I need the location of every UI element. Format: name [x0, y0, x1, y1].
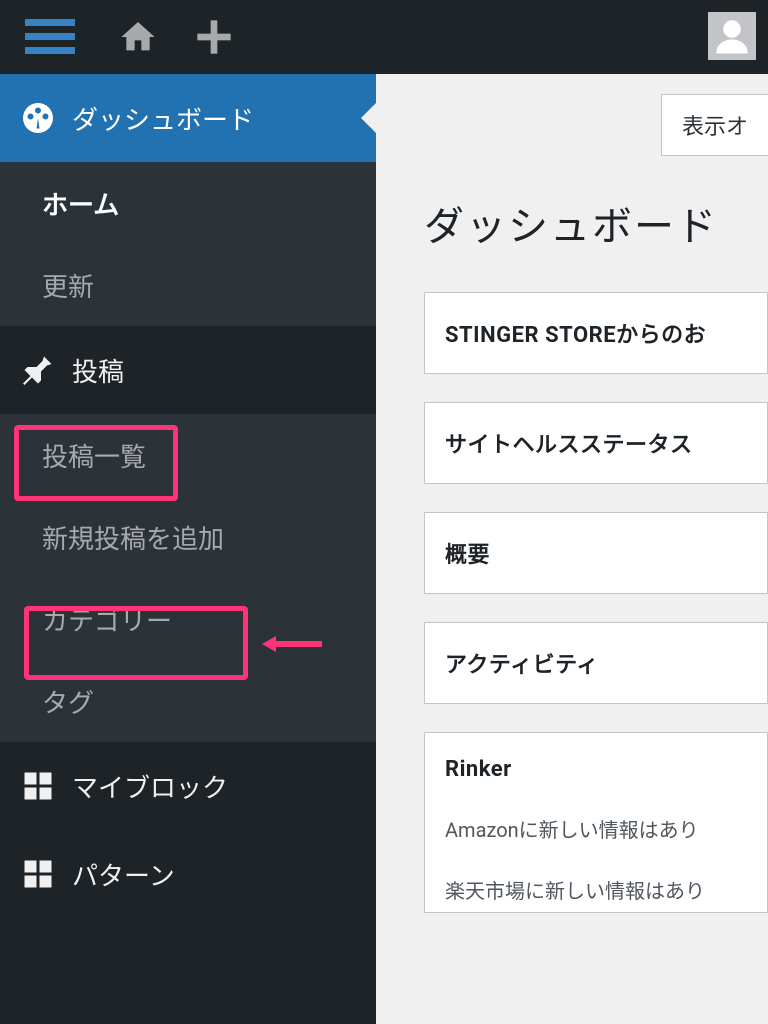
admin-sidebar: ダッシュボード ホーム 更新 投稿 投稿一覧 新規投稿を追加 カテゴリー タグ [0, 74, 376, 1024]
widget-rinker[interactable]: Rinker Amazonに新しい情報はあり 楽天市場に新しい情報はあり [424, 732, 768, 913]
screen-options-label: 表示オ [682, 115, 748, 140]
sidebar-item-label: マイブロック [72, 768, 228, 805]
widget-title: アクティビティ [445, 647, 747, 679]
person-icon [711, 15, 753, 57]
sidebar-item-pattern[interactable]: パターン [0, 830, 376, 918]
sidebar-item-label: パターン [72, 856, 175, 893]
widget-text: Amazonに新しい情報はあり [445, 814, 747, 843]
sidebar-item-myblock[interactable]: マイブロック [0, 742, 376, 830]
sidebar-item-dashboard[interactable]: ダッシュボード [0, 74, 376, 162]
widget-text: 楽天市場に新しい情報はあり [445, 875, 747, 904]
sidebar-subitem-all-posts[interactable]: 投稿一覧 [0, 414, 376, 496]
home-icon [118, 17, 158, 57]
sidebar-item-posts[interactable]: 投稿 [0, 326, 376, 414]
widget-title: Rinker [445, 757, 747, 782]
sidebar-subitem-new-post[interactable]: 新規投稿を追加 [0, 496, 376, 578]
widget-title: STINGER STOREからのお [445, 317, 747, 349]
widget-title: サイトヘルスステータス [445, 427, 747, 459]
visit-site-button[interactable] [100, 0, 176, 74]
menu-toggle-button[interactable] [0, 0, 100, 74]
widget-title: 概要 [445, 537, 747, 569]
sidebar-item-label: 更新 [42, 267, 94, 304]
sidebar-item-label: 投稿 [72, 352, 124, 389]
main-content: 表示オ ダッシュボード STINGER STOREからのお サイトヘルスステータ… [376, 74, 768, 1024]
screen-options-button[interactable]: 表示オ [661, 94, 768, 156]
plus-icon [194, 17, 234, 57]
sidebar-item-label: 投稿一覧 [42, 437, 146, 474]
sidebar-item-label: 新規投稿を追加 [42, 519, 224, 556]
sidebar-subitem-tags[interactable]: タグ [0, 660, 376, 742]
sidebar-subitem-categories[interactable]: カテゴリー [0, 578, 376, 660]
grid-icon [20, 768, 56, 804]
widget-stinger[interactable]: STINGER STOREからのお [424, 292, 768, 374]
sidebar-item-label: タグ [42, 683, 94, 720]
sidebar-subitem-updates[interactable]: 更新 [0, 244, 376, 326]
grid-icon [20, 856, 56, 892]
add-new-button[interactable] [176, 0, 252, 74]
sidebar-item-label: カテゴリー [42, 601, 172, 638]
widget-overview[interactable]: 概要 [424, 512, 768, 594]
sidebar-item-label: ホーム [42, 185, 119, 222]
admin-topbar [0, 0, 768, 74]
hamburger-icon [25, 19, 75, 55]
sidebar-item-label: ダッシュボード [72, 100, 254, 137]
sidebar-subitem-home[interactable]: ホーム [0, 162, 376, 244]
user-avatar[interactable] [708, 12, 756, 60]
dashboard-icon [20, 100, 56, 136]
widget-activity[interactable]: アクティビティ [424, 622, 768, 704]
widget-health[interactable]: サイトヘルスステータス [424, 402, 768, 484]
pin-icon [20, 352, 56, 388]
